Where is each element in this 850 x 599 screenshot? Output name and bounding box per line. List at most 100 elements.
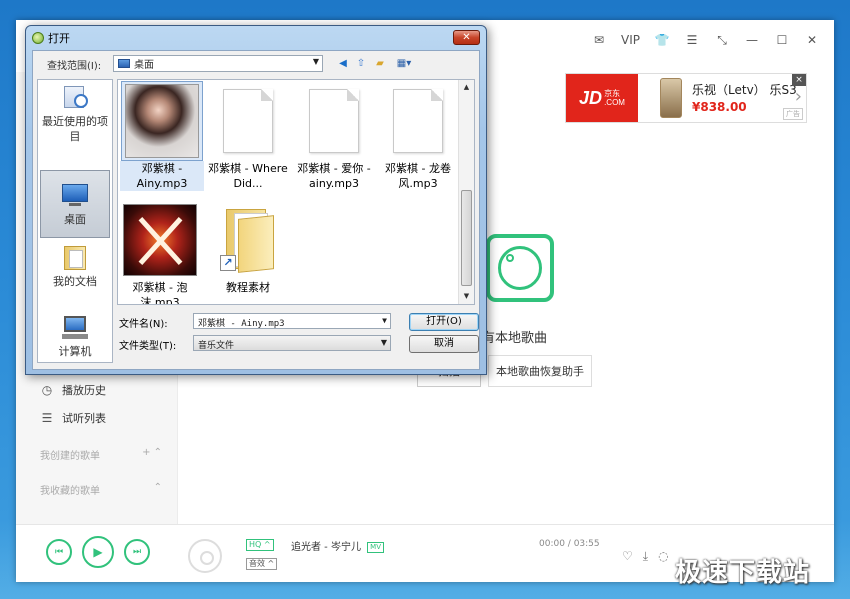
place-computer[interactable]: 计算机 [40,314,110,359]
filetype-select[interactable]: 音乐文件 ▼ [193,335,391,351]
place-label: 计算机 [58,345,92,358]
file-icon [223,89,273,153]
file-item[interactable]: 邓紫棋 - Where Did... [206,81,290,191]
minimize-icon[interactable]: — [744,32,760,48]
empty-state-text: 有本地歌曲 [482,331,548,346]
file-icon [309,89,359,153]
hq-badge[interactable]: HQ ^ [246,539,274,551]
file-name: 邓紫棋 - 爱你 - ainy.mp3 [297,162,371,190]
place-documents[interactable]: 我的文档 [40,244,110,289]
recent-items-icon [60,84,90,110]
file-item[interactable]: 邓紫棋 - 泡沫.mp3 [118,200,202,305]
folder-icon: ↗ [220,209,276,273]
close-icon[interactable]: ✕ [804,32,820,48]
file-name: 邓紫棋 - Ainy.mp3 [120,161,204,191]
chevron-down-icon[interactable]: ▼ [381,338,387,347]
album-art-thumbnail [125,84,199,158]
sidebar-group-label: 我创建的歌单 [40,451,100,462]
album-cover[interactable] [188,539,222,573]
file-name: 邓紫棋 - Where Did... [208,162,288,190]
place-recent[interactable]: 最近使用的项目 [40,84,110,144]
up-folder-icon[interactable]: ⇧ [354,56,368,70]
desktop-icon [60,182,90,208]
download-icon[interactable]: ⤓ [643,549,648,564]
lookin-select[interactable]: 桌面 ▼ [113,55,323,72]
phone-image [660,78,682,118]
menu-icon[interactable]: ☰ [684,32,700,48]
mv-badge[interactable]: MV [367,541,384,553]
place-label: 我的文档 [53,275,97,288]
chevron-right-icon[interactable]: › [795,86,802,107]
comment-icon[interactable]: ◌ [658,549,668,564]
open-button[interactable]: 打开(O) [409,313,479,331]
filename-value: 邓紫棋 - Ainy.mp3 [198,319,285,329]
file-name: 邓紫棋 - 泡沫.mp3 [132,281,188,305]
jd-logo: JD 京东 .COM [566,74,638,122]
previous-icon[interactable]: ⏮ [46,539,72,565]
skin-icon[interactable]: 👕 [654,32,670,48]
desktop-icon [118,59,130,68]
computer-icon [60,314,90,340]
lookin-value: 桌面 [134,60,154,71]
file-name: 教程素材 [226,281,270,294]
album-art-thumbnail [123,204,197,276]
clock-icon: ◷ [41,383,53,397]
place-desktop[interactable]: 桌面 [40,170,110,238]
heart-icon[interactable]: ♡ [622,549,633,564]
view-menu-icon[interactable]: ▦▾ [393,56,415,70]
cancel-button[interactable]: 取消 [409,335,479,353]
filename-input[interactable]: 邓紫棋 - Ainy.mp3 ▼ [193,313,391,329]
ad-flag: 广告 [783,108,803,120]
scroll-up-icon[interactable]: ▲ [459,80,474,95]
mini-mode-icon[interactable]: ⤡ [714,32,730,48]
new-folder-icon[interactable]: ▰ [373,56,387,70]
vip-button[interactable]: VIP [621,32,640,48]
vertical-scrollbar[interactable]: ▲ ▼ [458,80,474,304]
dialog-title: 打开 [48,32,70,45]
scroll-down-icon[interactable]: ▼ [459,289,474,304]
sidebar-group-created[interactable]: 我创建的歌单 + ⌃ [40,447,162,462]
sidebar-item-label: 试听列表 [62,412,106,425]
file-item[interactable]: 邓紫棋 - 爱你 - ainy.mp3 [292,81,376,191]
app-icon [32,32,44,44]
next-icon[interactable]: ⏭ [124,539,150,565]
file-item[interactable]: ↗ 教程素材 [206,200,290,295]
dialog-body: 查找范围(I): 桌面 ▼ ◀ ⇧ ▰ ▦▾ 最近使用的项目 桌面 我的文档 计… [32,50,480,370]
sidebar-item-history[interactable]: ◷ 播放历史 [40,382,106,398]
add-playlist-icon[interactable]: + ⌃ [142,447,162,462]
shortcut-arrow-icon: ↗ [220,255,236,271]
window-toolbar: ✉ VIP 👕 ☰ ⤡ — ☐ ✕ [591,32,820,48]
sidebar-item-label: 播放历史 [62,384,106,397]
maximize-icon[interactable]: ☐ [774,32,790,48]
file-icon [393,89,443,153]
sidebar-group-favorites[interactable]: 我收藏的歌单 ⌃ [40,482,162,497]
place-label: 最近使用的项目 [42,115,108,143]
dialog-titlebar[interactable]: 打开 [32,30,70,46]
jd-ad-banner[interactable]: JD 京东 .COM 乐视（Letv） 乐S3 ¥838.00 › × 广告 [565,73,807,123]
local-music-disc-icon [486,234,554,302]
sidebar-item-trial-list[interactable]: ☰ 试听列表 [40,410,106,426]
collapse-icon[interactable]: ⌃ [154,482,162,497]
file-item[interactable]: 邓紫棋 - 龙卷风.mp3 [376,81,460,191]
dialog-close-button[interactable]: ✕ [453,30,480,45]
places-bar: 最近使用的项目 桌面 我的文档 计算机 [37,79,113,363]
open-file-dialog: 打开 ✕ 查找范围(I): 桌面 ▼ ◀ ⇧ ▰ ▦▾ 最近使用的项目 桌面 我… [25,25,487,375]
mail-icon[interactable]: ✉ [591,32,607,48]
list-icon: ☰ [41,411,53,425]
now-playing: 追光者 - 岑宁儿 MV [291,538,384,553]
documents-icon [60,244,90,270]
play-icon[interactable]: ▶ [82,536,114,568]
local-music-repair-button[interactable]: 本地歌曲恢复助手 [488,355,592,387]
ad-title: 乐视（Letv） 乐S3 [692,83,797,97]
chevron-down-icon: ▼ [312,57,319,66]
lookin-label: 查找范围(I): [47,61,102,72]
scroll-thumb[interactable] [461,190,472,286]
chevron-down-icon[interactable]: ▼ [382,316,387,325]
ad-price: ¥838.00 [692,100,747,114]
back-icon[interactable]: ◀ [336,56,350,70]
song-title: 追光者 - 岑宁儿 [291,542,361,553]
file-item[interactable]: 邓紫棋 - Ainy.mp3 [120,81,204,191]
ad-close-button[interactable]: × [792,74,806,86]
sound-effect-button[interactable]: 音效 ^ [246,558,278,570]
sidebar-group-label: 我收藏的歌单 [40,486,100,497]
